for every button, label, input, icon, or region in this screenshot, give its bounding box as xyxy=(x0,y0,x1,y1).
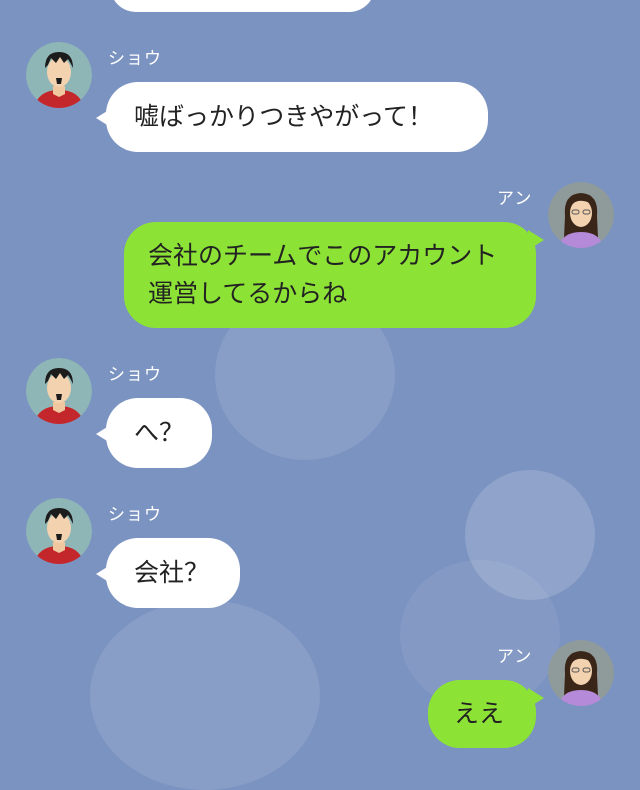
message-bubble[interactable] xyxy=(110,0,375,12)
message-text: 嘘ばっかりつきやがって！ xyxy=(134,102,434,131)
message-bubble[interactable]: ええ xyxy=(428,680,536,748)
message-text: 会社？ xyxy=(134,558,210,587)
sender-name: アン xyxy=(497,647,533,667)
background-bokeh xyxy=(90,600,320,790)
man-avatar-icon xyxy=(26,42,92,108)
man-avatar-icon xyxy=(26,358,92,424)
avatar-sho[interactable] xyxy=(26,42,92,108)
message-bubble[interactable]: 会社？ xyxy=(106,538,240,608)
sender-name: ショウ xyxy=(108,365,162,385)
avatar-an[interactable] xyxy=(548,640,614,706)
message-bubble[interactable]: へ？ xyxy=(106,398,212,468)
sender-name: ショウ xyxy=(108,505,162,525)
message-bubble[interactable]: 会社のチームでこのアカウント運営してるからね xyxy=(124,222,536,328)
avatar-sho[interactable] xyxy=(26,358,92,424)
avatar-sho[interactable] xyxy=(26,498,92,564)
sender-name: アン xyxy=(497,189,533,209)
man-avatar-icon xyxy=(26,498,92,564)
message-text: へ？ xyxy=(134,418,185,447)
avatar-an[interactable] xyxy=(548,182,614,248)
message-bubble[interactable]: 嘘ばっかりつきやがって！ xyxy=(106,82,488,152)
woman-avatar-icon xyxy=(548,182,614,248)
woman-avatar-icon xyxy=(548,640,614,706)
sender-name: ショウ xyxy=(108,49,162,69)
message-text: ええ xyxy=(454,699,505,728)
message-text: 会社のチームでこのアカウント運営してるからね xyxy=(148,241,498,308)
